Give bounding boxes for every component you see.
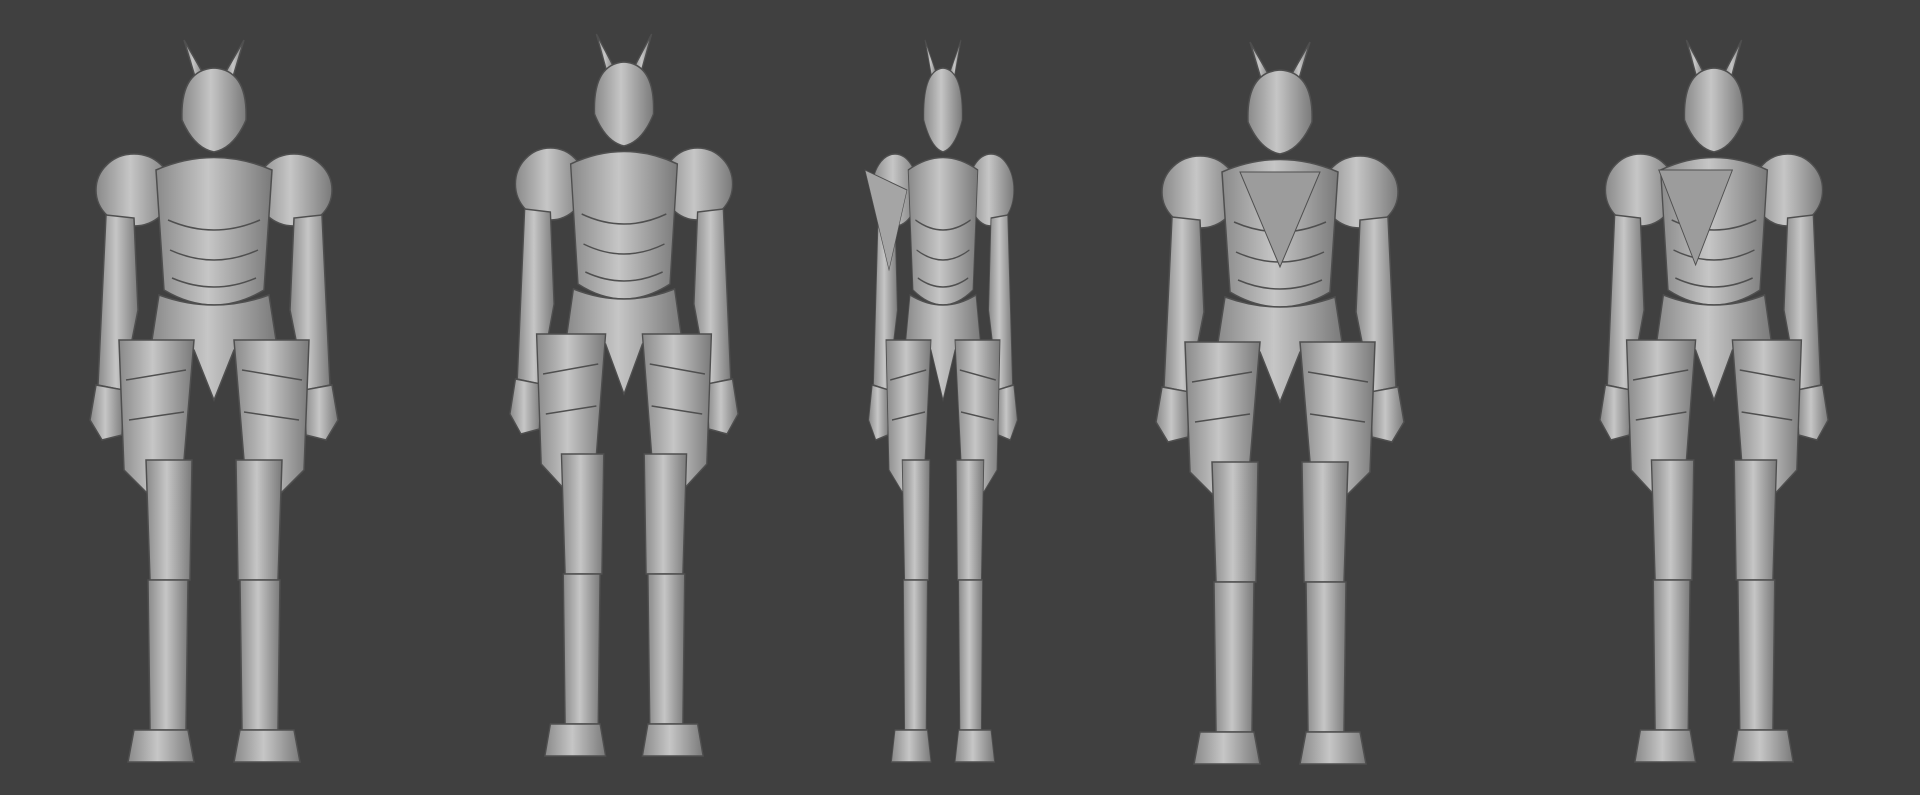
model-view-side bbox=[864, 39, 1019, 763]
model-view-front bbox=[89, 39, 339, 763]
model-view-three-quarter-back bbox=[1599, 39, 1829, 763]
model-view-three-quarter-front bbox=[509, 33, 739, 757]
model-view-back bbox=[1155, 41, 1405, 765]
model-turnaround-viewport bbox=[89, 33, 1829, 765]
